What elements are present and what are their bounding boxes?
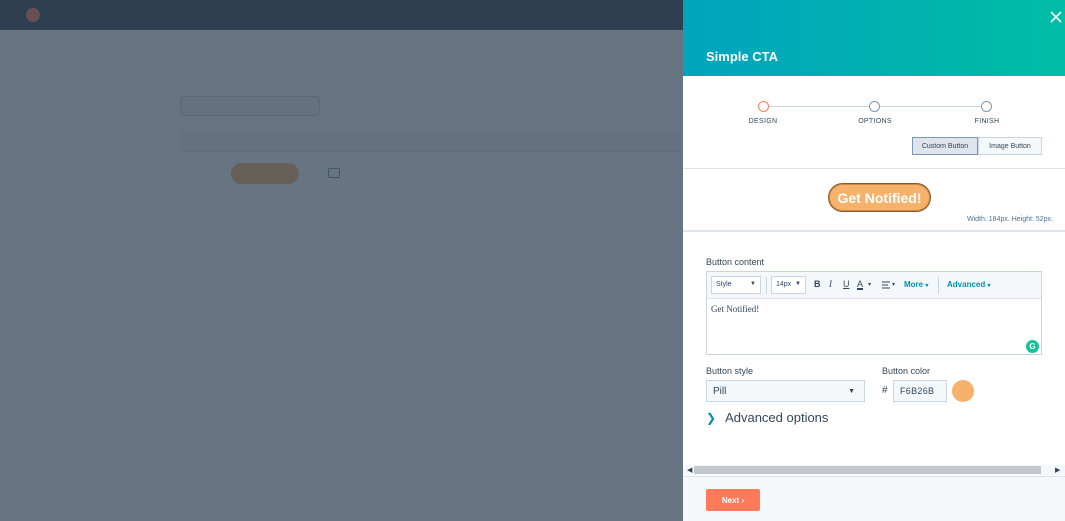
scrollbar-thumb[interactable] <box>694 466 1041 474</box>
stepper-line <box>880 106 981 107</box>
image-button-toggle[interactable]: Image Button <box>978 137 1042 155</box>
font-size-dropdown[interactable]: 14px ▼ <box>771 276 806 294</box>
scroll-left-icon[interactable]: ◀ <box>687 466 692 474</box>
caret-down-icon: ▾ <box>987 283 991 289</box>
divider <box>683 230 1065 232</box>
button-color-label: Button color <box>882 366 931 376</box>
stepper-line <box>769 106 875 107</box>
button-style-value: Pill <box>713 386 727 397</box>
next-label: Next <box>721 495 740 505</box>
caret-down-icon: ▼ <box>795 281 801 287</box>
step-design-label: DESIGN <box>748 118 778 125</box>
toolbar-separator <box>766 277 767 294</box>
advanced-label: Advanced <box>947 280 986 289</box>
button-content-label: Button content <box>706 257 765 267</box>
advanced-options-label: Advanced options <box>725 410 829 425</box>
step-finish-label: FINISH <box>974 118 1000 125</box>
panel-footer: Next › <box>683 476 1065 521</box>
preview-dimensions: Width: 184px. Height: 52px. <box>967 216 1053 223</box>
step-finish-dot[interactable] <box>981 101 992 112</box>
horizontal-scrollbar[interactable]: ◀ ▶ <box>683 465 1065 475</box>
more-label: More <box>904 280 924 289</box>
panel-title: Simple CTA <box>706 49 778 64</box>
chevron-right-icon: › <box>741 495 745 505</box>
toolbar-separator <box>938 277 939 294</box>
next-button[interactable]: Next › <box>706 489 760 511</box>
italic-icon[interactable]: I <box>829 279 832 289</box>
panel-header: Simple CTA <box>683 0 1065 76</box>
style-dropdown-label: Style <box>716 281 732 288</box>
caret-down-icon: ▾ <box>925 283 929 289</box>
step-design-dot[interactable] <box>758 101 769 112</box>
scroll-right-icon[interactable]: ▶ <box>1055 466 1060 474</box>
button-color-input[interactable]: F6B26B <box>893 380 947 402</box>
step-options-label: OPTIONS <box>858 118 892 125</box>
style-dropdown[interactable]: Style ▼ <box>711 276 761 294</box>
cta-preview-button[interactable]: Get Notified! <box>828 183 931 212</box>
color-swatch[interactable] <box>952 380 974 402</box>
step-options-dot[interactable] <box>869 101 880 112</box>
font-size-label: 14px <box>776 281 792 288</box>
advanced-options-toggle[interactable]: ❯ Advanced options <box>706 410 828 425</box>
editor-content[interactable]: Get Notified! <box>711 304 759 314</box>
button-style-select[interactable]: Pill ▼ <box>706 380 865 402</box>
caret-down-icon[interactable]: ▾ <box>868 281 871 288</box>
rich-text-editor: Style ▼ 14px ▼ B I U A ▾ ▾ More ▾ Advanc… <box>706 271 1042 355</box>
close-icon[interactable] <box>1049 10 1063 24</box>
caret-down-icon: ▼ <box>848 388 855 395</box>
font-color-icon[interactable]: A <box>857 279 863 289</box>
grammarly-icon[interactable]: G <box>1026 340 1039 353</box>
advanced-menu[interactable]: Advanced ▾ <box>947 280 990 289</box>
hex-prefix: # <box>882 385 888 396</box>
divider <box>683 168 1065 169</box>
editor-toolbar: Style ▼ 14px ▼ B I U A ▾ ▾ More ▾ Advanc… <box>707 272 1041 299</box>
cta-editor-panel: Simple CTA DESIGN OPTIONS FINISH Custom … <box>683 0 1065 521</box>
chevron-right-icon: ❯ <box>706 411 717 425</box>
align-icon[interactable] <box>882 281 892 290</box>
custom-button-toggle[interactable]: Custom Button <box>912 137 978 155</box>
more-menu[interactable]: More ▾ <box>904 280 928 289</box>
underline-icon[interactable]: U <box>843 279 850 289</box>
caret-down-icon[interactable]: ▾ <box>892 281 895 288</box>
bold-icon[interactable]: B <box>814 279 821 289</box>
caret-down-icon: ▼ <box>750 281 756 287</box>
button-style-label: Button style <box>706 366 754 376</box>
